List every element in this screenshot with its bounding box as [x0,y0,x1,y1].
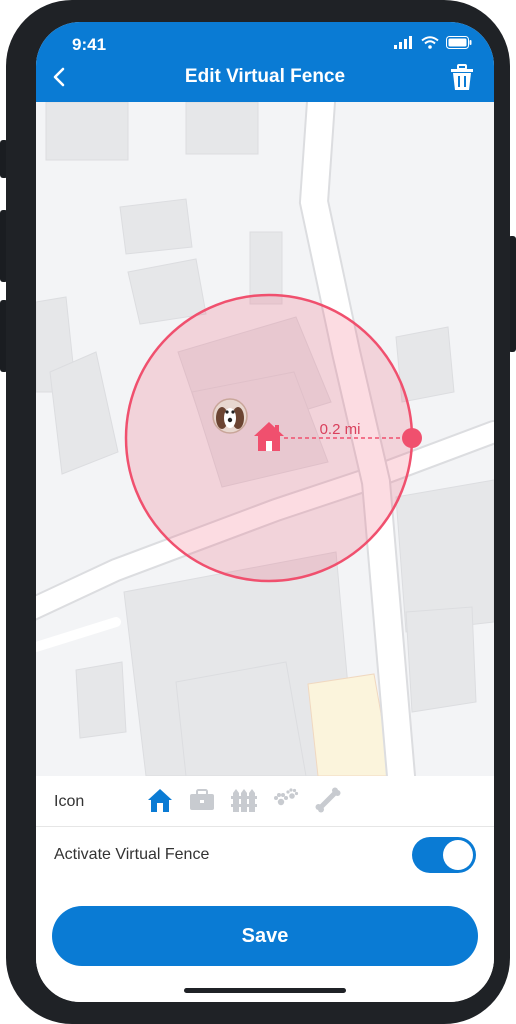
bone-icon [315,787,341,813]
icon-picker-options [146,786,342,814]
save-button[interactable]: Save [52,906,478,966]
battery-icon [446,36,472,49]
radius-drag-handle[interactable] [402,428,422,448]
radius-label: 0.2 mi [320,421,361,438]
screen: 9:41 Edit Virtual Fence 0.2 mi Icon Acti… [36,22,494,1002]
phone-frame: 9:41 Edit Virtual Fence 0.2 mi Icon Acti… [6,0,510,1024]
settings-panel: Icon Activate Virtual Fence Save [36,776,494,1002]
delete-button[interactable] [450,64,474,92]
activate-fence-label: Activate Virtual Fence [54,846,210,863]
wifi-icon [421,36,439,49]
activate-fence-toggle[interactable] [412,837,476,873]
app-header: 9:41 Edit Virtual Fence [36,22,494,102]
icon-option-bone[interactable] [314,786,342,814]
toggle-knob [443,840,473,870]
page-title: Edit Virtual Fence [184,66,346,87]
home-indicator [184,988,346,993]
trash-icon [451,64,473,90]
map-view[interactable]: 0.2 mi [36,102,494,776]
home-icon [148,789,172,812]
pet-avatar[interactable] [212,398,248,434]
icon-picker-row: Icon [36,776,494,827]
status-time: 9:41 [72,35,107,54]
briefcase-icon [190,789,214,810]
icon-option-paw[interactable] [272,786,300,814]
paw-icon [274,788,299,806]
activate-fence-row: Activate Virtual Fence [36,827,494,883]
icon-option-home[interactable] [146,786,174,814]
icon-picker-label: Icon [54,793,85,810]
icon-option-fence[interactable] [230,786,258,814]
map-canvas[interactable]: 0.2 mi [36,102,494,776]
status-icons [394,36,472,49]
icon-option-work[interactable] [188,786,216,814]
fence-icon [231,789,257,812]
signal-icon [394,36,412,49]
